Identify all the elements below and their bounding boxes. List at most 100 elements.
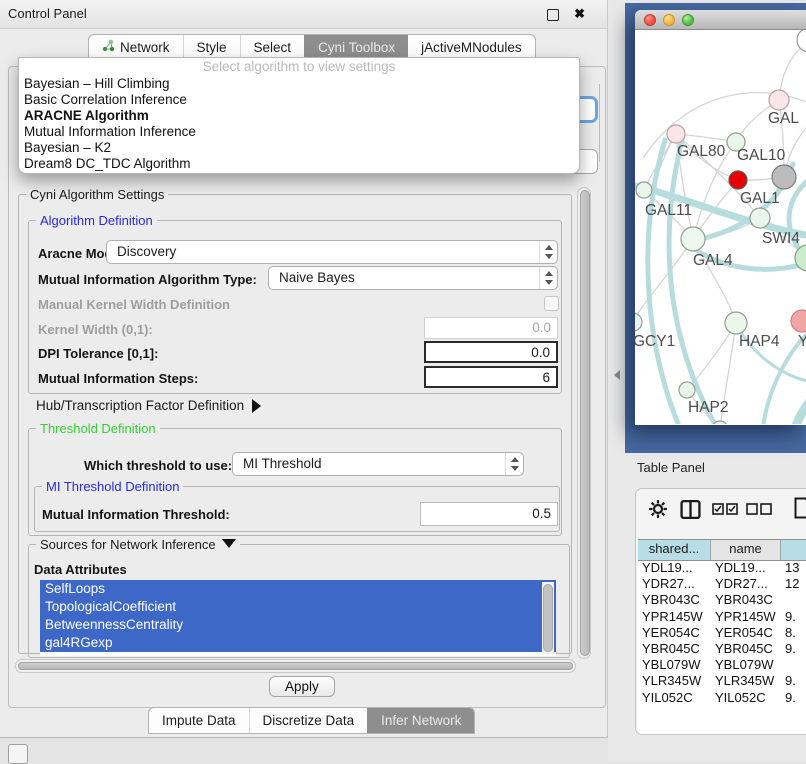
mi-type-combo[interactable]: Naive Bayes (268, 266, 558, 290)
collapse-arrow-icon (222, 539, 236, 548)
mi-steps-label: Mutual Information Steps: (38, 371, 198, 386)
network-node-gal1[interactable] (750, 208, 770, 228)
table-cell: YBL079W (638, 657, 711, 673)
algorithm-option[interactable]: Mutual Information Inference (19, 124, 579, 140)
manual-kernel-checkbox[interactable] (544, 296, 559, 311)
table-cell: YBR043C (711, 592, 781, 608)
which-threshold-combo[interactable]: MI Threshold (232, 452, 524, 476)
network-node-gal[interactable] (769, 90, 789, 110)
algorithm-dropdown-popup: Select algorithm to view settings Bayesi… (18, 57, 580, 174)
table-row[interactable]: YLR345WYLR345W9. (638, 673, 806, 689)
control-panel-window: Control Panel ✖ NetworkStyleSelectCyni T… (0, 0, 608, 738)
table-cell: YDR27... (711, 576, 781, 592)
data-attributes-list[interactable]: SelfLoopsTopologicalCoefficientBetweenne… (40, 580, 556, 656)
hub-definition-toggle[interactable]: Hub/Transcription Factor Definition (36, 398, 261, 413)
deselect-all-icon[interactable] (746, 503, 772, 515)
float-window-icon[interactable] (547, 9, 559, 21)
close-icon[interactable]: ✖ (574, 6, 585, 22)
column-header[interactable]: name (711, 540, 781, 560)
zoom-traffic-light-icon[interactable] (682, 14, 694, 26)
network-node-gal80[interactable] (667, 125, 685, 143)
attribute-list-item[interactable]: BetweennessCentrality (40, 616, 556, 634)
algorithm-option[interactable]: Dream8 DC_TDC Algorithm (19, 156, 579, 172)
mi-steps-field[interactable]: 6 (424, 366, 558, 388)
table-row[interactable]: YDR27...YDR27...12 (638, 576, 806, 592)
algorithm-option[interactable]: Basic Correlation Inference (19, 92, 579, 108)
table-header-row: shared...name (638, 539, 806, 561)
bottom-tab-discretize-data[interactable]: Discretize Data (249, 708, 368, 733)
mi-type-value: Naive Bayes (279, 270, 355, 285)
panel-divider-arrow-icon[interactable] (614, 370, 620, 380)
mi-threshold-field[interactable]: 0.5 (420, 502, 558, 526)
network-node-hap4[interactable] (725, 312, 747, 334)
table-cell: 12 (781, 576, 806, 592)
settings-horizontal-scrollbar[interactable] (15, 659, 576, 673)
algorithm-option[interactable]: ARACNE Algorithm (19, 108, 579, 124)
table-cell: YIL052C (711, 690, 781, 706)
network-node-gal4[interactable] (681, 227, 705, 251)
control-panel-title: Control Panel (8, 0, 87, 28)
dpi-tolerance-label: DPI Tolerance [0,1]: (38, 346, 158, 361)
table-row[interactable]: YPR145WYPR145W9. (638, 609, 806, 625)
network-node-gcy1[interactable] (635, 313, 642, 331)
kernel-width-field[interactable]: 0.0 (424, 317, 558, 339)
select-all-icon[interactable] (712, 503, 738, 515)
node-label: GAL1 (740, 190, 780, 207)
table-cell: YPR145W (711, 609, 781, 625)
algorithm-option[interactable]: Bayesian – Hill Climbing (19, 76, 579, 92)
mi-threshold-group-title: MI Threshold Definition (42, 479, 183, 494)
close-traffic-light-icon[interactable] (644, 14, 656, 26)
network-canvas[interactable]: GALGAL80GAL10GAL1GAL11GAL4SWI4GCY1HAP4YH… (635, 30, 806, 424)
node-label: Y (798, 333, 806, 350)
bottom-tab-infer-network[interactable]: Infer Network (367, 708, 474, 733)
table-cell: YBR043C (638, 592, 711, 608)
table-panel-toolbar (636, 495, 806, 531)
network-node[interactable] (797, 30, 806, 52)
attribute-list-item[interactable]: SelfLoops (40, 580, 556, 598)
attribute-list-item[interactable]: TopologicalCoefficient (40, 598, 556, 616)
table-row[interactable]: YIL052CYIL052C9. (638, 690, 806, 706)
network-node[interactable] (729, 171, 747, 189)
network-node-y[interactable] (791, 310, 806, 332)
table-cell: YER054C (711, 625, 781, 641)
table-row[interactable]: YDL19...YDL19...13 (638, 560, 806, 576)
table-cell: YBR045C (711, 641, 781, 657)
node-label: GAL (768, 110, 799, 127)
dpi-tolerance-field[interactable]: 0.0 (424, 341, 558, 363)
attribute-list-item[interactable]: gal4RGexp (40, 634, 556, 652)
app-root: { "colors": { "desktop_blue": "#46699f",… (0, 0, 806, 762)
bottom-tabs: Impute Data Discretize DataInfer Network (148, 707, 475, 734)
network-node-hap2[interactable] (679, 382, 695, 398)
node-label: GAL4 (693, 252, 733, 269)
aracne-mode-combo[interactable]: Discovery (106, 240, 558, 264)
columns-icon[interactable] (680, 499, 701, 520)
bottom-corner-button[interactable] (8, 744, 28, 764)
gear-icon[interactable] (648, 499, 668, 519)
column-header[interactable] (781, 540, 806, 560)
apply-button[interactable]: Apply (269, 676, 335, 697)
control-panel-titlebar: Control Panel ✖ (0, 0, 607, 29)
table-row[interactable]: YBR045CYBR045C9. (638, 641, 806, 657)
network-node-gal11[interactable] (636, 182, 652, 198)
data-attributes-label: Data Attributes (34, 562, 127, 577)
minimize-traffic-light-icon[interactable] (663, 14, 675, 26)
sources-toggle[interactable]: Sources for Network Inference (36, 537, 240, 552)
table-cell: 9. (781, 641, 806, 657)
node-label: HAP2 (688, 399, 729, 416)
table-cell: 9. (781, 673, 806, 689)
groupbox-edge-fragment (599, 84, 600, 162)
algorithm-option[interactable]: Bayesian – K2 (19, 140, 579, 156)
export-table-icon[interactable] (794, 497, 806, 519)
table-cell: 8. (781, 625, 806, 641)
network-node[interactable] (772, 165, 796, 189)
attributes-list-scrollbar[interactable] (542, 582, 554, 654)
settings-vertical-scrollbar[interactable] (577, 187, 591, 659)
table-cell: YBR045C (638, 641, 711, 657)
table-row[interactable]: YBR043CYBR043C (638, 592, 806, 608)
tab-label: Impute Data (162, 708, 236, 733)
combo-stepper-icon (539, 241, 557, 263)
bottom-tab-impute-data[interactable]: Impute Data (149, 708, 249, 733)
table-row[interactable]: YER054CYER054C8. (638, 625, 806, 641)
column-header[interactable]: shared... (638, 540, 711, 560)
table-row[interactable]: YBL079WYBL079W (638, 657, 806, 673)
